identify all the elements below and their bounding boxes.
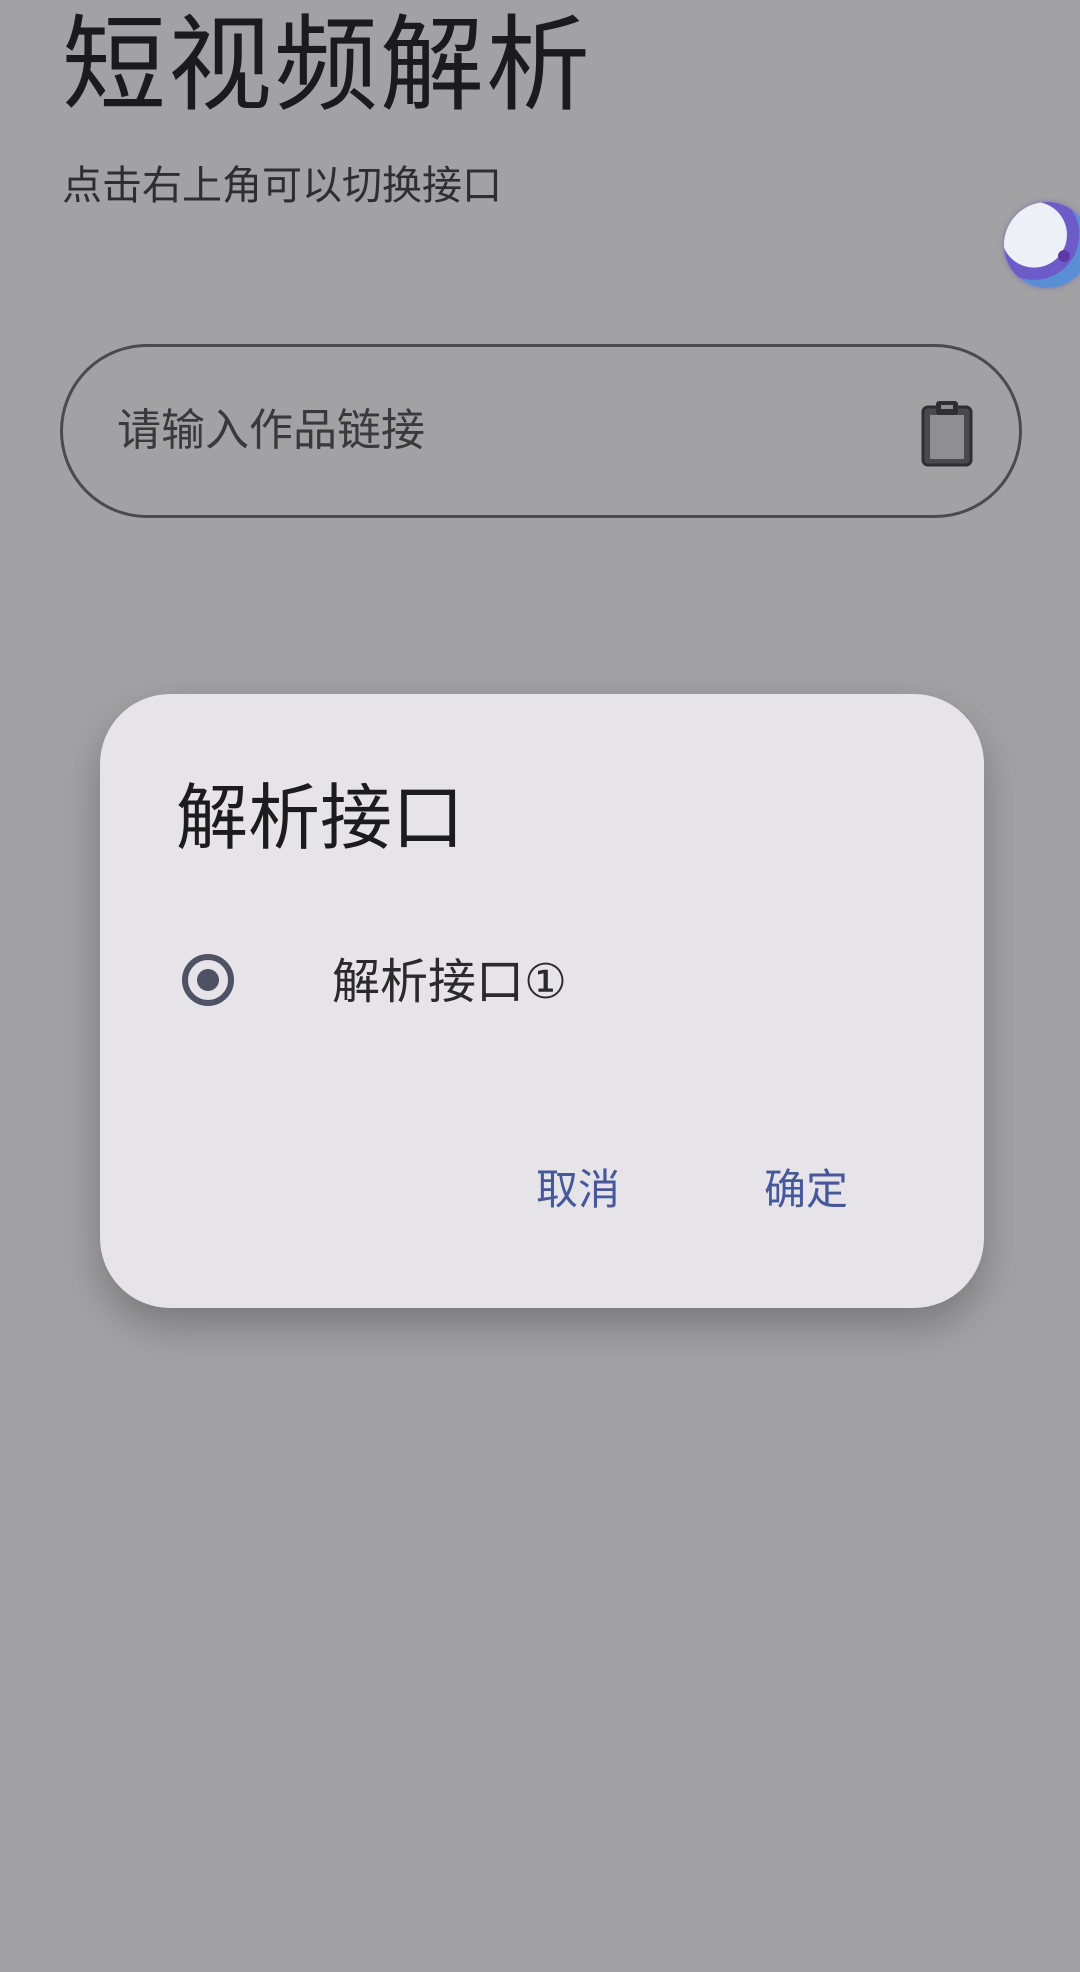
page-subtitle: 点击右上角可以切换接口	[62, 163, 502, 209]
cancel-button[interactable]: 取消	[526, 1150, 630, 1230]
radio-option-label: 解析接口①	[332, 954, 568, 1010]
link-input[interactable]: 请输入作品链接	[60, 344, 1022, 518]
confirm-button[interactable]: 确定	[754, 1150, 858, 1230]
radio-option-interface-1[interactable]: 解析接口①	[100, 924, 984, 1044]
floating-ball-icon[interactable]	[1004, 202, 1080, 288]
dialog-title: 解析接口	[176, 776, 465, 860]
radio-dot	[197, 969, 219, 991]
interface-dialog: 解析接口 解析接口① 取消 确定	[100, 694, 984, 1308]
link-input-placeholder: 请输入作品链接	[117, 405, 425, 456]
clipboard-icon[interactable]	[917, 397, 977, 469]
radio-selected-icon[interactable]	[182, 954, 234, 1006]
floating-ball-dot	[1058, 250, 1070, 262]
page-title: 短视频解析	[62, 4, 593, 126]
